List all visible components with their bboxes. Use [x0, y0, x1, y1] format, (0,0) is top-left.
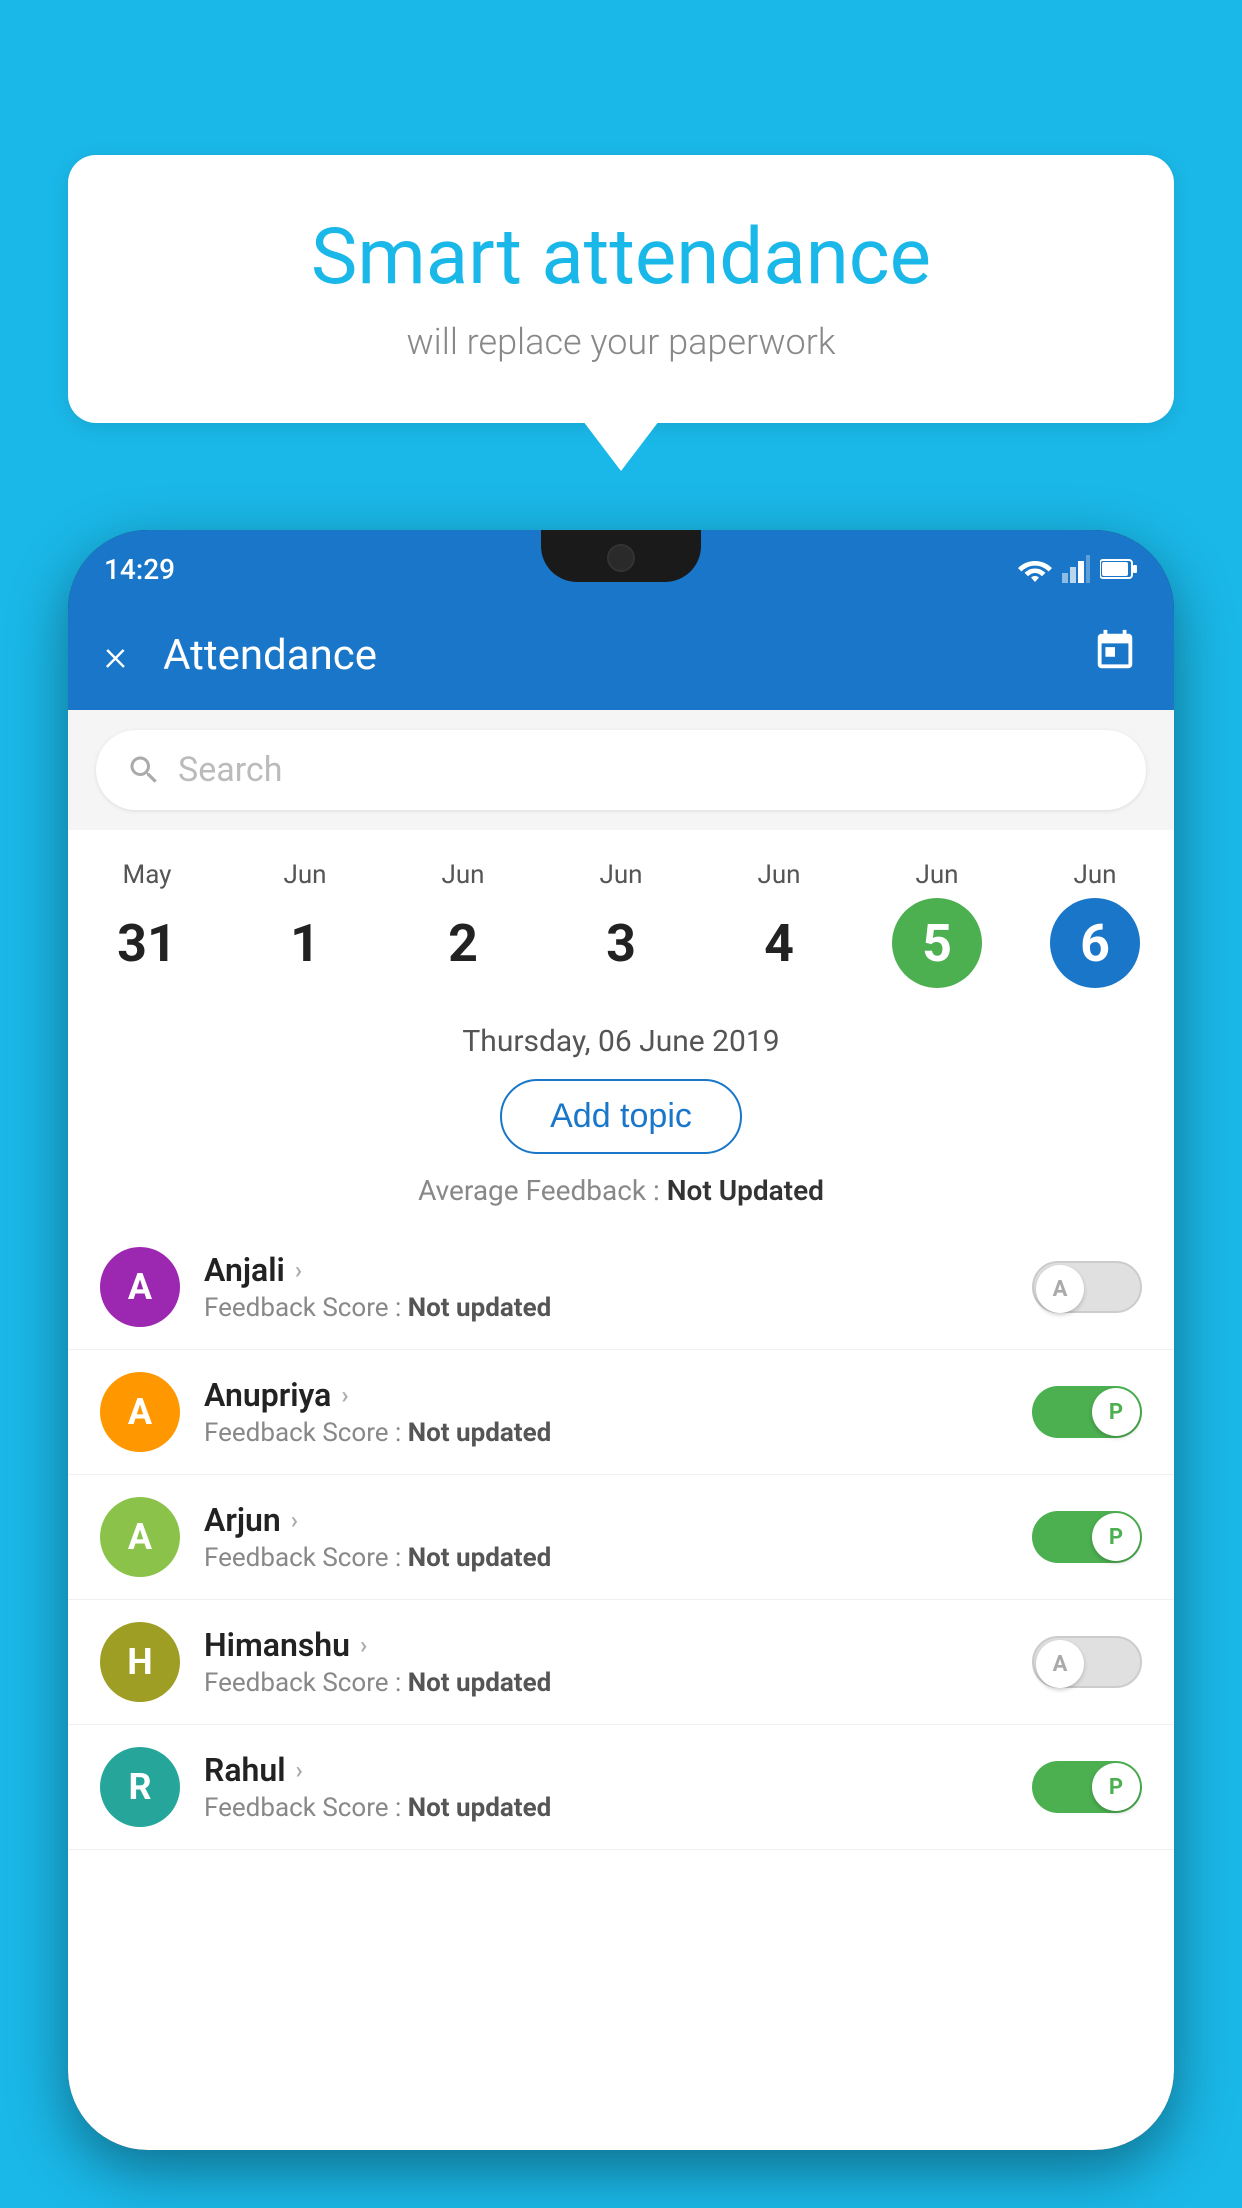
cal-date-0: 31 [102, 898, 192, 988]
cal-date-2: 2 [418, 898, 508, 988]
phone-container: 14:29 [68, 530, 1174, 2208]
calendar-day-2[interactable]: Jun 2 [384, 850, 542, 998]
screen-content: Search May 31 Jun 1 Jun 2 Jun 3 Jun 4 Jun 5 Jun 6 Thu… [68, 710, 1174, 2150]
student-list: AAnjali ›Feedback Score : Not updatedAAA… [68, 1225, 1174, 1850]
toggle-0[interactable]: A [1032, 1261, 1142, 1313]
student-name-1: Anupriya › [204, 1376, 1008, 1414]
toggle-container-1[interactable]: P [1032, 1386, 1142, 1438]
battery-icon [1100, 558, 1138, 580]
student-name-0: Anjali › [204, 1251, 1008, 1289]
toggle-container-0[interactable]: A [1032, 1261, 1142, 1313]
student-feedback-0: Feedback Score : Not updated [204, 1293, 1008, 1323]
student-feedback-1: Feedback Score : Not updated [204, 1418, 1008, 1448]
cal-date-1: 1 [260, 898, 350, 988]
bubble-title: Smart attendance [108, 215, 1134, 301]
selected-date-label: Thursday, 06 June 2019 [68, 1008, 1174, 1069]
cal-month-4: Jun [757, 860, 800, 890]
avatar-0: A [100, 1247, 180, 1327]
speech-bubble-container: Smart attendance will replace your paper… [68, 155, 1174, 423]
search-bar[interactable]: Search [96, 730, 1146, 810]
chevron-icon-2: › [291, 1506, 298, 1534]
student-item-0[interactable]: A Anjali › Feedback Score : Not updated A [68, 1225, 1174, 1350]
cal-date-4: 4 [734, 898, 824, 988]
speech-bubble: Smart attendance will replace your paper… [68, 155, 1174, 423]
toggle-knob-0: A [1036, 1265, 1084, 1313]
cal-date-5: 5 [892, 898, 982, 988]
cal-month-5: Jun [915, 860, 958, 890]
toggle-1[interactable]: P [1032, 1386, 1142, 1438]
student-item-1[interactable]: A Anupriya › Feedback Score : Not updated P [68, 1350, 1174, 1475]
student-feedback-3: Feedback Score : Not updated [204, 1668, 1008, 1698]
avatar-1: A [100, 1372, 180, 1452]
avatar-2: A [100, 1497, 180, 1577]
student-name-3: Himanshu › [204, 1626, 1008, 1664]
cal-month-3: Jun [599, 860, 642, 890]
calendar-day-3[interactable]: Jun 3 [542, 850, 700, 998]
toggle-container-3[interactable]: A [1032, 1636, 1142, 1688]
chevron-icon-1: › [341, 1381, 348, 1409]
average-feedback: Average Feedback : Not Updated [68, 1174, 1174, 1225]
search-container: Search [68, 710, 1174, 830]
avatar-4: R [100, 1747, 180, 1827]
add-topic-button[interactable]: Add topic [500, 1079, 742, 1154]
student-info-1: Anupriya › Feedback Score : Not updated [204, 1376, 1008, 1448]
toggle-knob-3: A [1036, 1640, 1084, 1688]
student-info-2: Arjun › Feedback Score : Not updated [204, 1501, 1008, 1573]
chevron-icon-0: › [295, 1256, 302, 1284]
status-icons [1018, 555, 1138, 583]
cal-date-6: 6 [1050, 898, 1140, 988]
cal-month-2: Jun [441, 860, 484, 890]
student-name-2: Arjun › [204, 1501, 1008, 1539]
average-feedback-value: Not Updated [667, 1174, 824, 1207]
cal-date-3: 3 [576, 898, 666, 988]
average-feedback-label: Average Feedback : [418, 1174, 667, 1207]
app-bar-title: Attendance [163, 631, 1092, 680]
calendar-icon [1092, 628, 1138, 674]
toggle-3[interactable]: A [1032, 1636, 1142, 1688]
chevron-icon-4: › [296, 1756, 303, 1784]
avatar-3: H [100, 1622, 180, 1702]
cal-month-0: May [123, 860, 172, 890]
calendar-strip: May 31 Jun 1 Jun 2 Jun 3 Jun 4 Jun 5 Jun 6 [68, 830, 1174, 1008]
calendar-day-5[interactable]: Jun 5 [858, 850, 1016, 998]
student-feedback-2: Feedback Score : Not updated [204, 1543, 1008, 1573]
student-item-4[interactable]: R Rahul › Feedback Score : Not updated P [68, 1725, 1174, 1850]
app-bar: × Attendance [68, 600, 1174, 710]
calendar-day-6[interactable]: Jun 6 [1016, 850, 1174, 998]
calendar-button[interactable] [1092, 628, 1138, 683]
status-time: 14:29 [104, 553, 175, 586]
search-icon [126, 752, 162, 788]
close-button[interactable]: × [104, 633, 127, 677]
toggle-knob-2: P [1092, 1513, 1140, 1561]
bubble-subtitle: will replace your paperwork [108, 321, 1134, 363]
student-item-2[interactable]: A Arjun › Feedback Score : Not updated P [68, 1475, 1174, 1600]
calendar-day-4[interactable]: Jun 4 [700, 850, 858, 998]
student-info-0: Anjali › Feedback Score : Not updated [204, 1251, 1008, 1323]
chevron-icon-3: › [360, 1631, 367, 1659]
student-item-3[interactable]: H Himanshu › Feedback Score : Not updated A [68, 1600, 1174, 1725]
student-name-4: Rahul › [204, 1751, 1008, 1789]
search-input[interactable]: Search [178, 750, 282, 790]
cal-month-6: Jun [1073, 860, 1116, 890]
student-info-4: Rahul › Feedback Score : Not updated [204, 1751, 1008, 1823]
student-feedback-4: Feedback Score : Not updated [204, 1793, 1008, 1823]
calendar-day-1[interactable]: Jun 1 [226, 850, 384, 998]
notch [541, 530, 701, 582]
student-info-3: Himanshu › Feedback Score : Not updated [204, 1626, 1008, 1698]
camera [607, 544, 635, 572]
toggle-container-2[interactable]: P [1032, 1511, 1142, 1563]
toggle-knob-1: P [1092, 1388, 1140, 1436]
wifi-icon [1018, 556, 1052, 582]
calendar-day-0[interactable]: May 31 [68, 850, 226, 998]
phone-outer: 14:29 [68, 530, 1174, 2150]
toggle-knob-4: P [1092, 1763, 1140, 1811]
signal-icon [1062, 555, 1090, 583]
toggle-container-4[interactable]: P [1032, 1761, 1142, 1813]
cal-month-1: Jun [283, 860, 326, 890]
toggle-2[interactable]: P [1032, 1511, 1142, 1563]
toggle-4[interactable]: P [1032, 1761, 1142, 1813]
